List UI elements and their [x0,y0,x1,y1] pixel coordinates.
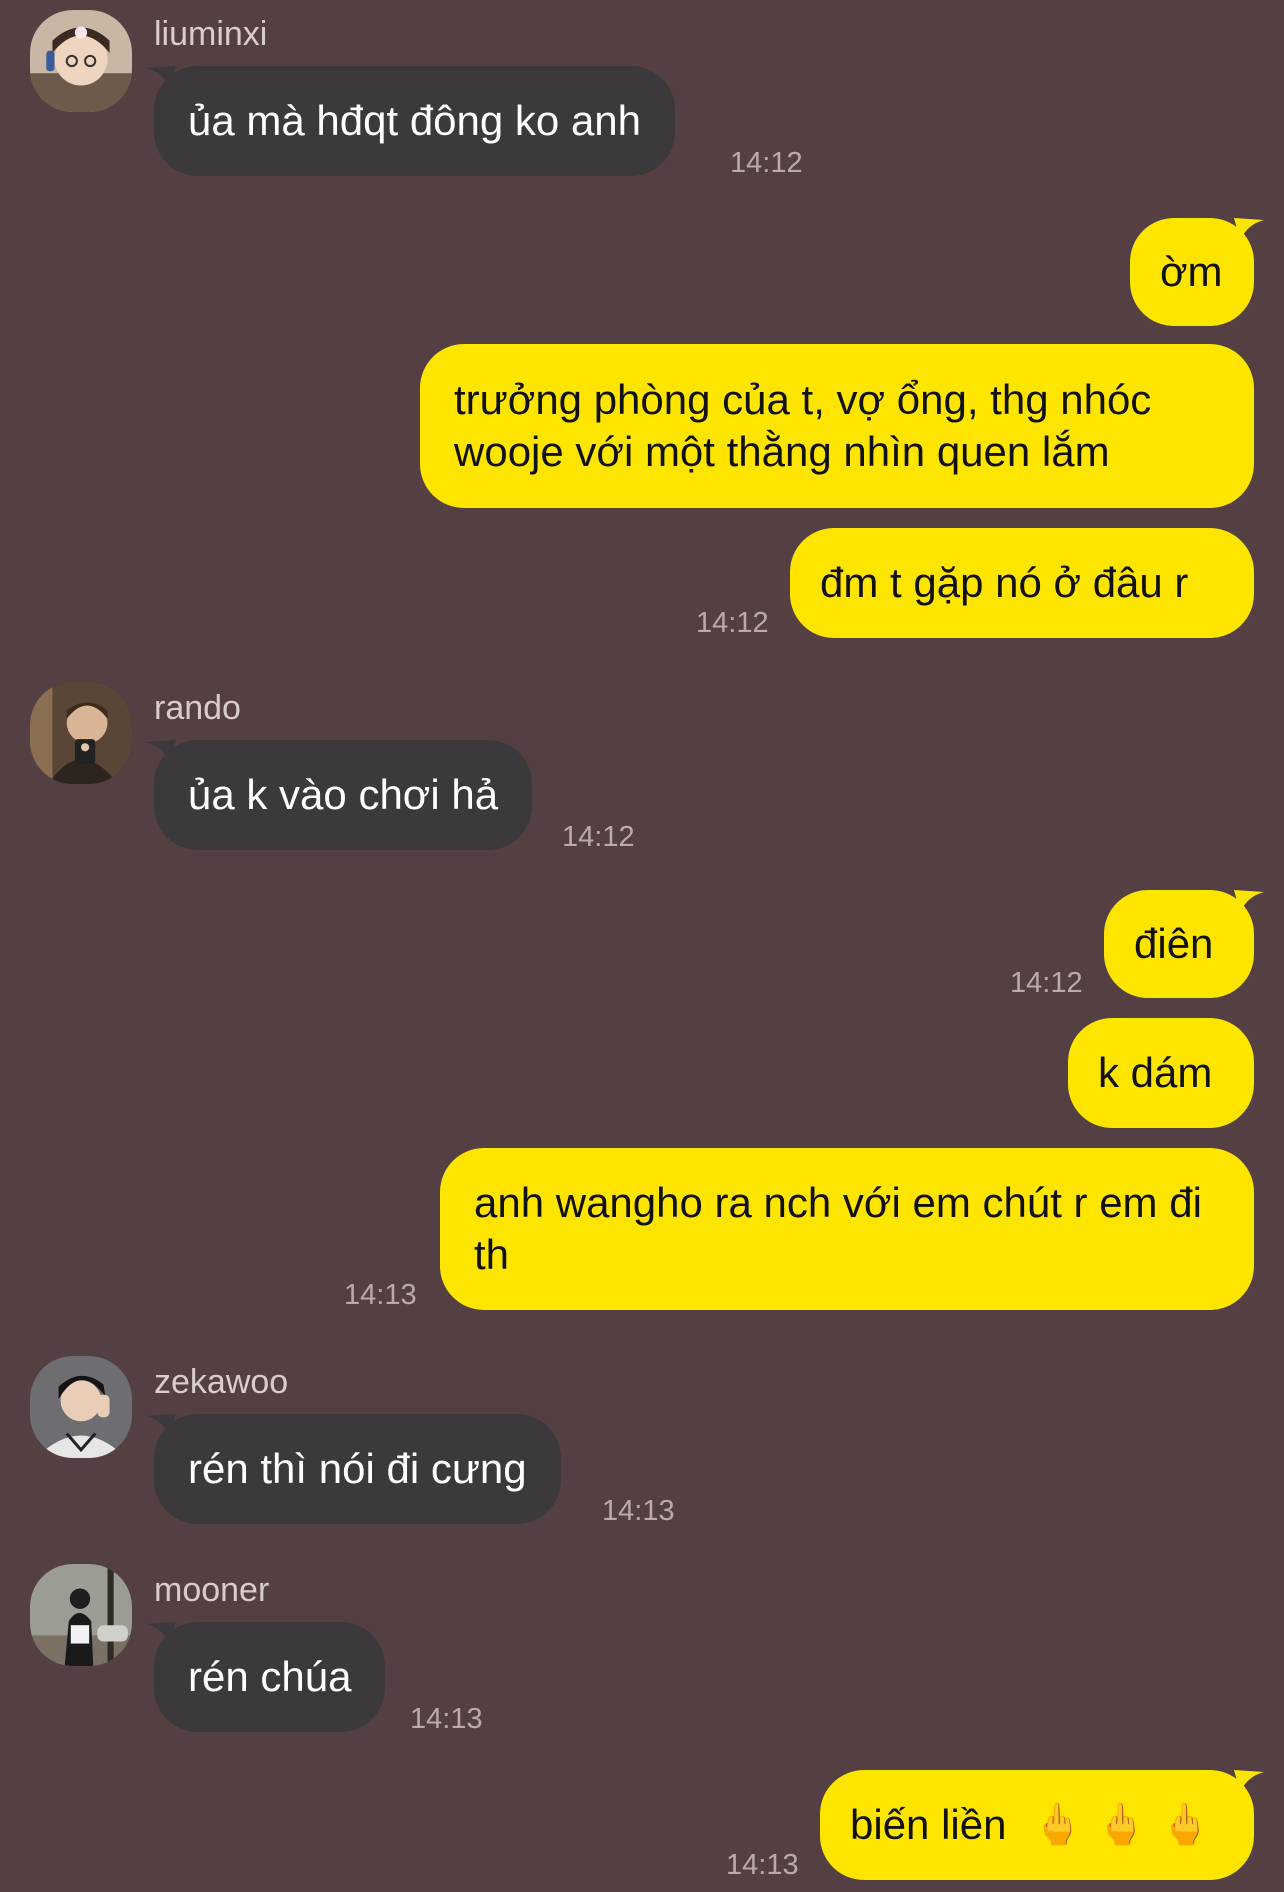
sender-name: rando [154,689,241,727]
avatar-rando-icon[interactable] [30,682,132,784]
message-time: 14:12 [1010,967,1083,999]
message-time: 14:13 [344,1279,417,1311]
middle-finger-emoji: 🖕 [1160,1802,1210,1848]
avatar-zekawoo-icon[interactable] [30,1356,132,1458]
avatar-liuminxi-icon[interactable] [30,10,132,112]
message-text: ờm [1160,248,1223,295]
message-time: 14:13 [726,1849,799,1881]
message-text: k dám [1098,1049,1213,1096]
message-bubble-outgoing[interactable]: biến liền 🖕 🖕 🖕 [820,1770,1254,1880]
message-bubble-outgoing[interactable]: k dám [1068,1018,1254,1128]
message-time: 14:12 [696,607,769,639]
middle-finger-emoji: 🖕 [1032,1802,1083,1848]
message-time: 14:13 [602,1495,675,1527]
message-bubble-outgoing[interactable]: ờm [1130,218,1254,326]
message-bubble-outgoing[interactable]: điên [1104,890,1254,998]
message-text: rén thì nói đi cưng [188,1445,527,1492]
message-bubble-outgoing[interactable]: đm t gặp nó ở đâu r [790,528,1254,638]
sender-name: zekawoo [154,1363,289,1401]
message-text: biến liền [850,1801,1007,1848]
message-time: 14:12 [730,147,803,179]
avatar-mooner-icon[interactable] [30,1564,132,1666]
message-bubble-outgoing[interactable]: anh wangho ra nch với em chút r em đi th [440,1148,1254,1310]
message-time: 14:13 [410,1703,483,1735]
message-bubble-incoming[interactable]: ủa k vào chơi hả [154,740,533,850]
message-bubble-outgoing[interactable]: trưởng phòng của t, vợ ổng, thg nhóc woo… [420,344,1254,508]
message-text: rén chúa [188,1653,352,1700]
middle-finger-emoji: 🖕 [1096,1802,1147,1848]
message-bubble-incoming[interactable]: rén thì nói đi cưng [154,1414,561,1524]
message-text: ủa mà hđqt đông ko anh [188,97,642,144]
message-bubble-incoming[interactable]: rén chúa [154,1622,386,1732]
sender-name: liuminxi [154,15,268,53]
message-time: 14:12 [562,821,635,853]
message-text: trưởng phòng của t, vợ ổng, thg nhóc woo… [454,376,1152,475]
message-text: anh wangho ra nch với em chút r em đi th [474,1179,1202,1278]
message-text: ủa k vào chơi hả [188,771,499,818]
message-text: đm t gặp nó ở đâu r [820,559,1189,606]
message-text: điên [1134,920,1214,967]
sender-name: mooner [154,1571,270,1609]
message-bubble-incoming[interactable]: ủa mà hđqt đông ko anh [154,66,676,176]
chat-area[interactable]: liuminxi ủa mà hđqt đông ko anh 14:12 ờm… [0,0,1284,1892]
